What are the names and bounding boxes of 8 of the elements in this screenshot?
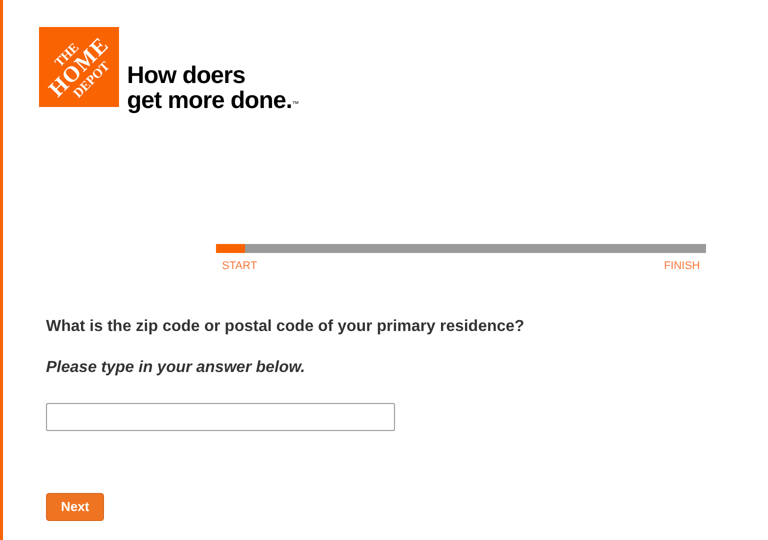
start-label: START (222, 259, 258, 274)
tagline: get more done. (127, 88, 292, 113)
tagline: How doers (127, 63, 246, 88)
answer-field[interactable] (46, 402, 395, 430)
finish-label: FINISH (664, 259, 700, 274)
question-text: What is the zip code or postal code of your primary residence? (46, 316, 526, 336)
next-button[interactable]: Next (46, 492, 104, 520)
instruction-text: Please type in your answer below. (46, 358, 306, 378)
